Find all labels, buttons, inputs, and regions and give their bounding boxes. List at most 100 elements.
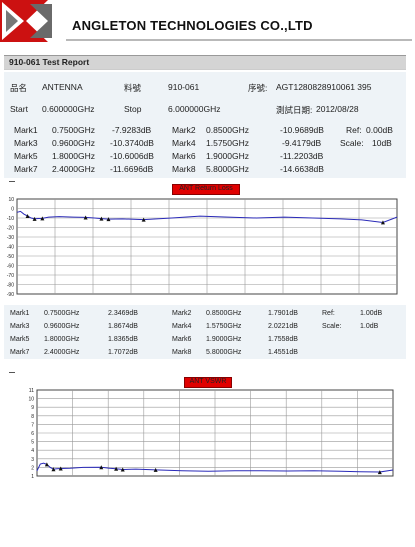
rl-y-tick-label: -50 — [7, 254, 14, 260]
rl-marker-value: -14.6638dB — [280, 164, 324, 174]
vswr-marker-label: Mark5 — [10, 336, 30, 343]
stop-value: 6.000000GHz — [168, 104, 221, 114]
vswr-y-tick-label: 9 — [31, 405, 34, 411]
date-value: 2012/08/28 — [316, 104, 359, 114]
vswr-marker-label: Mark6 — [172, 336, 192, 343]
rl-marker-label: Mark8 — [172, 164, 196, 174]
start-value: 0.600000GHz — [42, 104, 95, 114]
rl-y-tick-label: -10 — [7, 216, 14, 222]
info-panel: 品名 ANTENNA 料號 910-061 序號: AGT12808289100… — [4, 72, 406, 178]
vswr-marker-label: Mark8 — [172, 349, 192, 356]
rl-marker-label: Mark3 — [14, 138, 38, 148]
stop-label: Stop — [124, 104, 142, 114]
part-value: 910-061 — [168, 82, 200, 92]
report-title: 910-061 Test Report — [9, 57, 90, 67]
rl-y-tick-label: -60 — [7, 264, 14, 270]
company-name: ANGLETON TECHNOLOGIES CO.,LTD — [72, 18, 313, 33]
rl-marker-freq: 0.8500GHz — [206, 125, 249, 135]
serial-label: 序號: — [248, 83, 268, 93]
date-label: 測試日期: — [276, 105, 313, 115]
rl-marker-freq: 2.4000GHz — [52, 164, 95, 174]
rl-marker-freq: 0.9600GHz — [52, 138, 95, 148]
rl-marker-label: Mark6 — [172, 151, 196, 161]
rl-scale-label: Scale: — [340, 138, 364, 148]
vswr-marker-label: Mark4 — [172, 323, 192, 330]
rl-marker-freq: 1.8000GHz — [52, 151, 95, 161]
rl-marker-label: Mark7 — [14, 164, 38, 174]
company-logo — [0, 0, 62, 42]
rl-marker-freq: 1.9000GHz — [206, 151, 249, 161]
vswr-marker-value: 1.7901dB — [268, 310, 298, 317]
vswr-y-tick-label: 2 — [31, 465, 34, 471]
rl-y-tick-label: -20 — [7, 226, 14, 232]
vswr-marker-value: 1.8365dB — [108, 336, 138, 343]
name-label: 品名 — [10, 83, 28, 93]
vswr-marker-freq: 0.8500GHz — [206, 310, 242, 317]
rl-marker-freq: 5.8000GHz — [206, 164, 249, 174]
header-divider — [66, 39, 412, 41]
start-label: Start — [10, 104, 28, 114]
vswr-y-tick-label: 8 — [31, 414, 34, 420]
logo-mark-icon — [0, 0, 52, 42]
return-loss-chart: 10 0 -10 -20 -30 -40 -50 -60 -70 -80 -90 — [7, 197, 398, 298]
vswr-ref-label: Ref: — [322, 310, 335, 317]
vswr-marker-value: 1.7558dB — [268, 336, 298, 343]
vswr-marker-value: 2.3469dB — [108, 310, 138, 317]
vswr-marker-value: 2.0221dB — [268, 323, 298, 330]
vswr-y-tick-label: 11 — [29, 388, 34, 394]
part-label: 料號 — [124, 83, 142, 93]
vswr-marker-freq: 5.8000GHz — [206, 349, 242, 356]
vswr-marker-value: 1.4551dB — [268, 349, 298, 356]
rl-scale-value: 10dB — [372, 138, 392, 148]
vswr-y-tick-label: 10 — [28, 397, 34, 403]
vswr-ref-value: 1.00dB — [360, 310, 383, 317]
rl-y-tick-label: -70 — [7, 273, 14, 279]
vswr-y-tick-label: 3 — [31, 457, 34, 463]
vswr-scale-value: 1.0dB — [360, 323, 379, 330]
vswr-marker-value: 1.7072dB — [108, 349, 138, 356]
vswr-marker-table: Mark1 0.7500GHz 2.3469dB Mark2 0.8500GHz… — [4, 305, 406, 359]
rl-marker-label: Mark4 — [172, 138, 196, 148]
rl-y-tick-label: -90 — [7, 292, 14, 298]
vswr-chart: 11 10 9 8 7 6 5 4 3 2 1 — [28, 388, 394, 480]
rl-y-tick-label: 0 — [11, 207, 14, 213]
vswr-marker-freq: 0.9600GHz — [44, 323, 80, 330]
rl-marker-freq: 0.7500GHz — [52, 125, 95, 135]
report-title-bar: 910-061 Test Report — [4, 55, 406, 70]
rl-marker-value: -10.9689dB — [280, 125, 324, 135]
divider-dash — [9, 372, 15, 373]
vswr-y-tick-label: 7 — [31, 422, 34, 428]
rl-marker-label: Mark2 — [172, 125, 196, 135]
vswr-marker-label: Mark7 — [10, 349, 30, 356]
rl-y-tick-label: 10 — [8, 197, 14, 203]
vswr-y-tick-label: 1 — [31, 474, 34, 480]
vswr-marker-freq: 0.7500GHz — [44, 310, 80, 317]
vswr-marker-freq: 1.5750GHz — [206, 323, 242, 330]
vswr-marker-label: Mark3 — [10, 323, 30, 330]
rl-marker-value: -10.6006dB — [110, 151, 154, 161]
rl-marker-value: -7.9283dB — [112, 125, 152, 135]
vswr-marker-freq: 1.9000GHz — [206, 336, 242, 343]
vswr-marker-freq: 2.4000GHz — [44, 349, 80, 356]
rl-marker-label: Mark1 — [14, 125, 38, 135]
vswr-marker-label: Mark2 — [172, 310, 192, 317]
rl-y-tick-label: -30 — [7, 235, 14, 241]
vswr-marker-label: Mark1 — [10, 310, 30, 317]
vswr-y-tick-label: 5 — [31, 440, 34, 446]
rl-marker-value: -9.4179dB — [282, 138, 322, 148]
rl-marker-freq: 1.5750GHz — [206, 138, 249, 148]
rl-marker-value: -10.3740dB — [110, 138, 154, 148]
rl-y-tick-label: -80 — [7, 283, 14, 289]
vswr-scale-label: Scale: — [322, 323, 342, 330]
name-value: ANTENNA — [42, 82, 83, 92]
rl-marker-value: -11.2203dB — [280, 151, 324, 161]
serial-value: AGT1280828910061 395 — [276, 82, 372, 92]
rl-ref-label: Ref: — [346, 125, 362, 135]
vswr-marker-freq: 1.8000GHz — [44, 336, 80, 343]
vswr-marker-value: 1.8674dB — [108, 323, 138, 330]
rl-y-tick-label: -40 — [7, 245, 14, 251]
vswr-y-tick-label: 4 — [31, 448, 34, 454]
rl-marker-value: -11.6696dB — [110, 164, 154, 174]
rl-marker-label: Mark5 — [14, 151, 38, 161]
vswr-y-tick-label: 6 — [31, 431, 34, 437]
